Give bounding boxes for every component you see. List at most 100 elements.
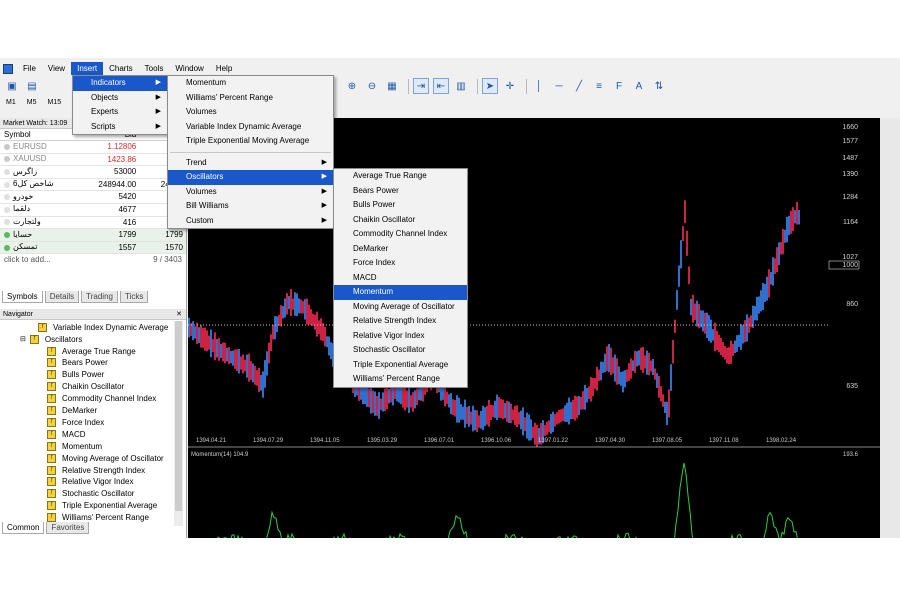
symbol-cell[interactable]: تمسکن (0, 242, 92, 254)
horizontal-line-icon[interactable]: ─ (551, 78, 567, 94)
timeframe-m5[interactable]: M5 (25, 98, 39, 107)
navigator-scrollbar[interactable] (174, 321, 183, 526)
symbol-cell[interactable]: دلقما (0, 204, 92, 216)
timeframe-m1[interactable]: M1 (4, 98, 18, 107)
symbol-cell[interactable]: XAUUSD (0, 154, 92, 166)
menu-item-oscillator[interactable]: Relative Strength Index (334, 314, 467, 329)
menu-item-scripts[interactable]: Scripts ▶ (73, 120, 167, 135)
table-row[interactable]: ولتجارت41641 (0, 217, 186, 230)
menu-item-oscillator[interactable]: Bears Power (334, 184, 467, 199)
menu-item-objects[interactable]: Objects ▶ (73, 91, 167, 106)
menu-charts[interactable]: Charts (103, 62, 139, 75)
menu-item-williams[interactable]: Williams' Percent Range (168, 91, 333, 106)
autoscroll-icon[interactable]: ⇤ (433, 78, 449, 94)
menu-item-oscillator[interactable]: MACD (334, 271, 467, 286)
menu-item-oscillators[interactable]: Oscillators ▶ (168, 170, 333, 185)
channel-icon[interactable]: ≡ (591, 78, 607, 94)
nav-item[interactable]: f Stochastic Oscillator (47, 488, 134, 500)
menu-insert[interactable]: Insert (71, 62, 104, 75)
cursor-icon[interactable]: ➤ (482, 78, 498, 94)
table-row[interactable]: حسایا 1799 1799 (0, 229, 186, 242)
table-row[interactable]: EURUSD1.128061.12 (0, 141, 186, 154)
menu-item-volumes-group[interactable]: Volumes ▶ (168, 185, 333, 200)
zoom-in-icon[interactable]: ⊕ (344, 78, 360, 94)
close-icon[interactable]: ✕ (176, 309, 182, 319)
nav-item[interactable]: f MACD (47, 428, 86, 440)
symbol-cell[interactable]: خودرو (0, 191, 92, 203)
scrollbar-thumb[interactable] (175, 321, 182, 511)
menu-item-oscillator[interactable]: Triple Exponential Average (334, 358, 467, 373)
nav-item[interactable]: f Chaikin Oscillator (47, 381, 124, 393)
nav-item[interactable]: f Average True Range (47, 345, 136, 357)
indicators-icon[interactable]: ▥ (453, 78, 469, 94)
menu-item-oscillator[interactable]: Commodity Channel Index (334, 227, 467, 242)
menu-item-oscillator[interactable]: Momentum (334, 285, 467, 300)
tab-ticks[interactable]: Ticks (119, 291, 149, 303)
nav-item[interactable]: f Triple Exponential Average (47, 500, 157, 512)
table-row[interactable]: خودرو542054 (0, 191, 186, 204)
tab-symbols[interactable]: Symbols (2, 291, 43, 303)
tab-common[interactable]: Common (2, 522, 45, 534)
menu-item-vida[interactable]: Variable Index Dynamic Average (168, 120, 333, 135)
table-row[interactable]: شاخص کل6248944.0024894 (0, 179, 186, 192)
menu-item-trend[interactable]: Trend ▶ (168, 156, 333, 171)
new-chart-icon[interactable]: ▣ (4, 78, 20, 94)
table-row[interactable]: XAUUSD1423.86142 (0, 154, 186, 167)
symbol-cell[interactable]: ولتجارت (0, 217, 92, 229)
tile-windows-icon[interactable]: ▦ (384, 78, 400, 94)
menu-item-oscillator[interactable]: Moving Average of Oscillator (334, 300, 467, 315)
menu-item-oscillator[interactable]: Average True Range (334, 169, 467, 184)
add-symbol-row[interactable]: click to add... 9 / 3403 (0, 254, 186, 266)
window-scrollbar[interactable] (880, 118, 900, 538)
menu-item-oscillator[interactable]: DeMarker (334, 242, 467, 257)
symbol-cell[interactable]: زاگرس (0, 166, 92, 178)
table-row[interactable]: زاگرس5300053 (0, 166, 186, 179)
menu-item-volumes[interactable]: Volumes (168, 105, 333, 120)
menu-item-oscillator[interactable]: Williams' Percent Range (334, 372, 467, 387)
trendline-icon[interactable]: ╱ (571, 78, 587, 94)
nav-folder-oscillators[interactable]: ⊟ f Oscillators (20, 333, 82, 345)
nav-item[interactable]: f Bears Power (47, 357, 108, 369)
tab-details[interactable]: Details (44, 291, 80, 303)
nav-item[interactable]: f Moving Average of Oscillator (47, 452, 164, 464)
arrows-icon[interactable]: ⇅ (651, 78, 667, 94)
menu-item-bill-williams[interactable]: Bill Williams ▶ (168, 199, 333, 214)
tab-favorites[interactable]: Favorites (46, 522, 90, 534)
menu-help[interactable]: Help (210, 62, 238, 75)
menu-item-oscillator[interactable]: Chaikin Oscillator (334, 213, 467, 228)
menu-item-oscillator[interactable]: Force Index (334, 256, 467, 271)
nav-item[interactable]: f Relative Strength Index (47, 464, 145, 476)
menu-item-indicators[interactable]: Indicators ▶ (73, 76, 167, 91)
collapse-icon[interactable]: ⊟ (20, 335, 26, 343)
menu-item-tema[interactable]: Triple Exponential Moving Average (168, 134, 333, 149)
menu-item-custom[interactable]: Custom ▶ (168, 214, 333, 229)
nav-item[interactable]: f Relative Vigor Index (47, 476, 133, 488)
menu-item-oscillator[interactable]: Bulls Power (334, 198, 467, 213)
nav-item[interactable]: f Momentum (47, 440, 102, 452)
menu-item-oscillator[interactable]: Stochastic Oscillator (334, 343, 467, 358)
tab-trading[interactable]: Trading (81, 291, 118, 303)
crosshair-icon[interactable]: ✛ (502, 78, 518, 94)
nav-item[interactable]: f Commodity Channel Index (47, 393, 156, 405)
nav-item[interactable]: f Force Index (47, 416, 104, 428)
timeframe-m15[interactable]: M15 (45, 98, 63, 107)
table-row[interactable]: تمسکن 1557 1570 (0, 241, 186, 255)
add-symbol-label[interactable]: click to add... (4, 254, 51, 266)
nav-item[interactable]: f DeMarker (47, 405, 97, 417)
symbol-cell[interactable]: حسایا (0, 229, 92, 241)
nav-item[interactable]: f Bulls Power (47, 369, 104, 381)
menu-view[interactable]: View (42, 62, 71, 75)
zoom-out-icon[interactable]: ⊖ (364, 78, 380, 94)
symbol-cell[interactable]: شاخص کل6 (0, 179, 92, 191)
fibonacci-icon[interactable]: F (611, 78, 627, 94)
text-icon[interactable]: A (631, 78, 647, 94)
profiles-icon[interactable]: ▤ (24, 78, 40, 94)
menu-item-experts[interactable]: Experts ▶ (73, 105, 167, 120)
table-row[interactable]: دلقما467746 (0, 204, 186, 217)
menu-window[interactable]: Window (169, 62, 209, 75)
menu-file[interactable]: File (17, 62, 42, 75)
menu-item-momentum[interactable]: Momentum (168, 76, 333, 91)
nav-item-vida[interactable]: f Variable Index Dynamic Average (38, 321, 168, 333)
menu-tools[interactable]: Tools (139, 62, 170, 75)
symbol-cell[interactable]: EURUSD (0, 141, 92, 153)
